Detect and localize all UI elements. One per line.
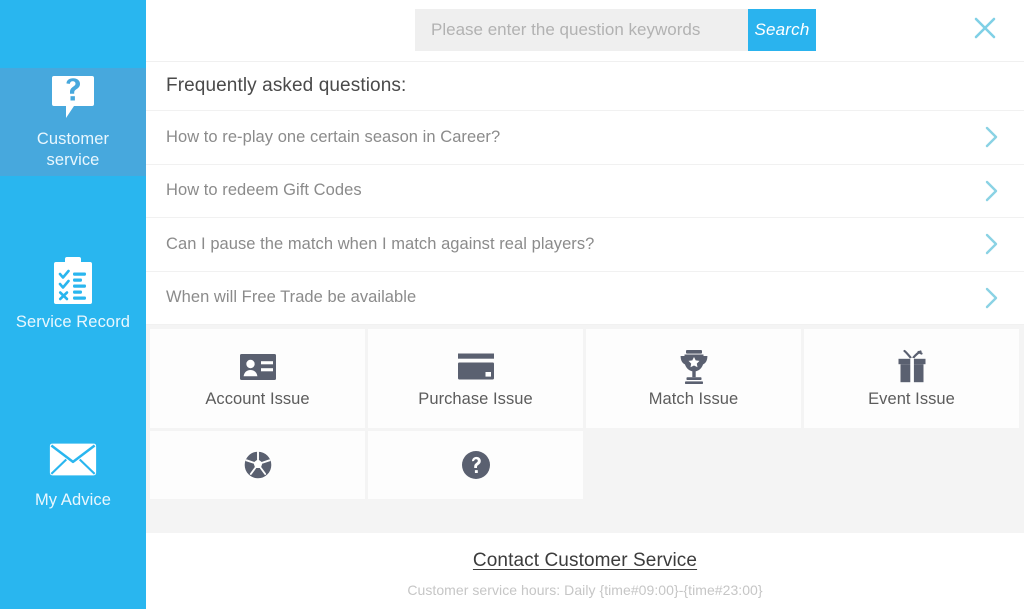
sidebar-item-label: Customer service [36,130,110,169]
faq-item[interactable]: Can I pause the match when I match again… [146,218,1024,272]
faq-section-title: Frequently asked questions: [166,75,407,96]
faq-question-text: How to re-play one certain season in Car… [166,127,501,146]
chevron-right-icon[interactable] [980,231,1002,257]
faq-list: How to re-play one certain season in Car… [146,110,1024,325]
search-button[interactable]: Search [748,9,816,51]
close-button[interactable] [969,13,1001,45]
service-hours-text: Customer service hours: Daily {time#09:0… [407,582,763,598]
chevron-right-icon[interactable] [980,178,1002,204]
category-match-issue[interactable]: Match Issue [586,329,801,428]
trophy-icon [676,348,712,386]
contact-customer-service-link[interactable]: Contact Customer Service [473,550,697,572]
close-x-icon [970,13,1000,46]
envelope-icon [47,434,99,484]
category-empty-slot [586,431,801,530]
gift-box-icon [894,348,930,386]
clipboard-checklist-icon [47,256,99,306]
faq-question-text: How to redeem Gift Codes [166,181,362,200]
soccer-ball-icon [242,446,273,484]
sidebar-item-customer-service[interactable]: Customer service [0,68,146,176]
faq-question-text: When will Free Trade be available [166,288,417,307]
header-bar: Search [146,0,1024,62]
faq-item[interactable]: When will Free Trade be available [146,271,1024,325]
sidebar-item-label: Service Record [15,312,131,331]
main-panel: Search Frequently asked questions: How t… [146,0,1024,609]
category-grid: Account Issue Purchase Issue Match Issue… [146,325,1024,533]
footer: Contact Customer Service Customer servic… [146,533,1024,598]
question-speech-bubble-icon [47,73,99,123]
category-soccer-issue[interactable] [150,431,365,499]
search-input[interactable] [415,9,748,51]
search-bar: Search [415,9,816,51]
category-account-issue[interactable]: Account Issue [150,329,365,428]
category-event-issue[interactable]: Event Issue [804,329,1019,428]
chevron-right-icon[interactable] [980,124,1002,150]
category-other-issue[interactable] [368,431,583,499]
category-label: Account Issue [205,390,310,408]
credit-card-icon [457,348,495,386]
id-card-icon [239,348,277,386]
faq-item[interactable]: How to re-play one certain season in Car… [146,111,1024,165]
category-label: Purchase Issue [418,390,533,408]
sidebar: Customer service Service Record My Advic… [0,0,146,609]
content-area: Frequently asked questions: How to re-pl… [146,62,1024,609]
question-mark-circle-icon [461,446,491,484]
customer-service-window: Customer service Service Record My Advic… [0,0,1024,609]
sidebar-item-label: My Advice [34,490,112,509]
chevron-right-icon[interactable] [980,285,1002,311]
category-purchase-issue[interactable]: Purchase Issue [368,329,583,428]
category-label: Match Issue [648,390,739,408]
sidebar-item-service-record[interactable]: Service Record [0,240,146,348]
faq-question-text: Can I pause the match when I match again… [166,234,595,253]
sidebar-item-my-advice[interactable]: My Advice [0,418,146,526]
category-empty-slot [804,431,1019,530]
faq-item[interactable]: How to redeem Gift Codes [146,164,1024,218]
category-label: Event Issue [868,390,955,408]
